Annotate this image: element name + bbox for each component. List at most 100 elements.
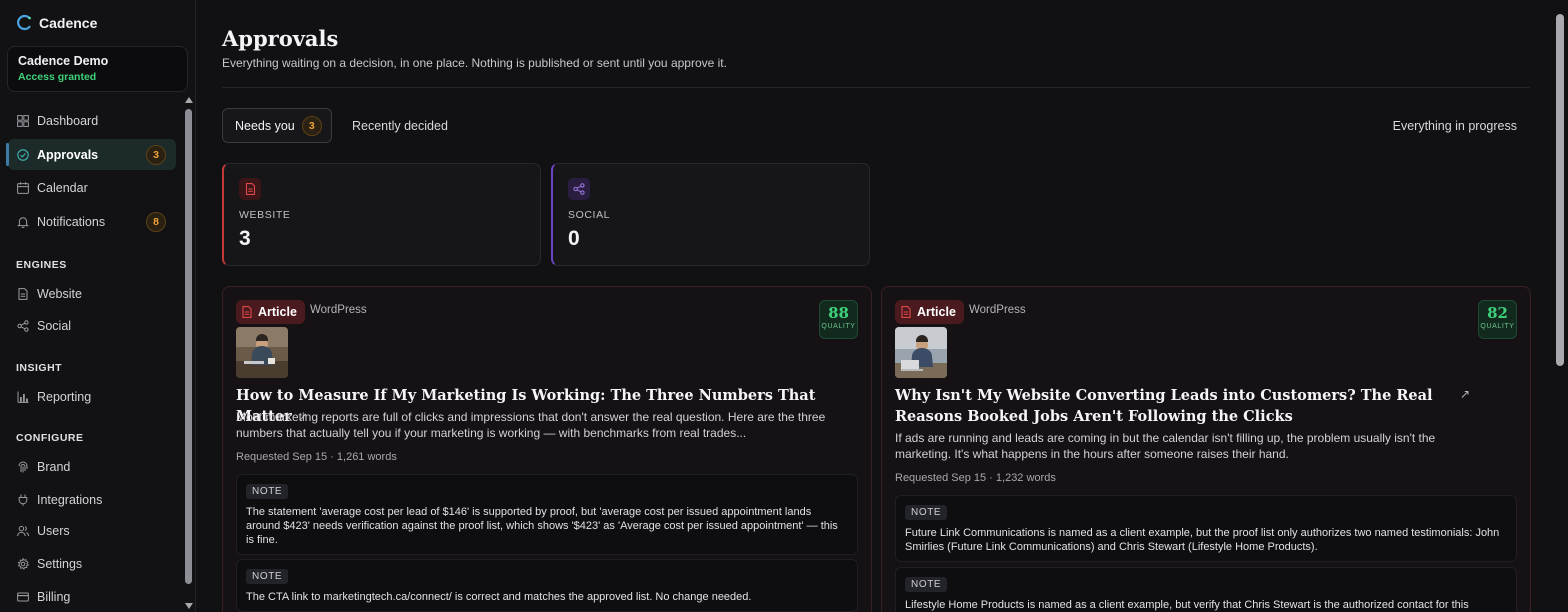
- gear-icon: [17, 557, 29, 570]
- stat-social-label: SOCIAL: [568, 209, 611, 221]
- nav-reporting[interactable]: Reporting: [8, 381, 176, 412]
- article-type-label: Article: [258, 305, 297, 319]
- nav-reporting-label: Reporting: [37, 389, 92, 404]
- section-insight: INSIGHT: [16, 362, 63, 374]
- header-divider: [222, 87, 1530, 88]
- cadence-logo-icon: [17, 14, 31, 31]
- quality-score: 88 QUALITY: [819, 300, 858, 339]
- page-subtitle: Everything waiting on a decision, in one…: [222, 56, 727, 70]
- note-label: NOTE: [246, 569, 289, 584]
- quality-score-value: 82: [1487, 304, 1508, 322]
- scroll-down-arrow-icon[interactable]: [185, 603, 193, 609]
- nav-dashboard-label: Dashboard: [37, 113, 99, 128]
- note-label: NOTE: [905, 577, 948, 592]
- share-icon: [568, 178, 590, 200]
- brand[interactable]: Cadence: [16, 14, 97, 31]
- tab-recently-decided[interactable]: Recently decided: [352, 119, 448, 133]
- note-label: NOTE: [246, 484, 289, 499]
- nav-notifications[interactable]: Notifications 8: [8, 206, 176, 237]
- article-thumbnail[interactable]: [236, 327, 288, 378]
- article-description: If ads are running and leads are coming …: [895, 431, 1436, 461]
- stat-social-value: 0: [568, 227, 580, 250]
- external-link-icon[interactable]: ↗: [1460, 387, 1470, 401]
- nav-settings-label: Settings: [37, 556, 83, 571]
- bell-icon: [17, 216, 29, 228]
- nav-brand[interactable]: Brand: [8, 451, 176, 482]
- article-description: Most marketing reports are full of click…: [236, 410, 826, 440]
- quality-score-label: QUALITY: [821, 323, 856, 330]
- note-text: Future Link Communications is named as a…: [905, 527, 1500, 553]
- quality-score-label: QUALITY: [1480, 323, 1515, 330]
- nav-approvals[interactable]: Approvals 3: [6, 139, 176, 170]
- bar-chart-icon: [17, 391, 29, 403]
- sidebar-scrollbar[interactable]: [184, 97, 194, 609]
- page-scroll-thumb[interactable]: [1556, 14, 1564, 366]
- note: NOTE Future Link Communications is named…: [895, 495, 1517, 562]
- main-content: Approvals Everything waiting on a decisi…: [196, 0, 1546, 612]
- account-switcher[interactable]: Cadence Demo Access granted: [7, 46, 188, 92]
- note-text: Lifestyle Home Products is named as a cl…: [905, 599, 1469, 611]
- tab-needs-you-label: Needs you: [235, 118, 295, 133]
- tab-needs-you[interactable]: Needs you 3: [222, 108, 332, 143]
- check-circle-icon: [17, 148, 29, 161]
- account-status: Access granted: [18, 71, 97, 83]
- article-type-badge: Article: [895, 300, 964, 324]
- stat-website-label: WEBSITE: [239, 209, 291, 221]
- page-scrollbar[interactable]: [1556, 14, 1564, 612]
- nav-integrations[interactable]: Integrations: [8, 484, 176, 515]
- approval-card[interactable]: Article WordPress 88 QUALITY How to Meas…: [222, 286, 872, 612]
- everything-in-progress-link[interactable]: Everything in progress: [1393, 119, 1517, 133]
- nav-social[interactable]: Social: [8, 310, 176, 341]
- nav-users[interactable]: Users: [8, 515, 176, 546]
- fingerprint-icon: [17, 461, 29, 473]
- dashboard-icon: [17, 114, 29, 127]
- article-title[interactable]: Why Isn't My Website Converting Leads in…: [895, 385, 1475, 427]
- share-icon: [17, 319, 29, 332]
- page-title: Approvals: [222, 26, 339, 51]
- scroll-up-arrow-icon[interactable]: [185, 97, 193, 103]
- stat-card-social[interactable]: SOCIAL 0: [551, 163, 870, 266]
- approval-card[interactable]: Article WordPress 82 QUALITY Why Isn't M…: [881, 286, 1531, 612]
- nav-calendar-label: Calendar: [37, 180, 88, 195]
- nav-settings[interactable]: Settings: [8, 548, 176, 579]
- section-engines: ENGINES: [16, 259, 67, 271]
- nav-brand-label: Brand: [37, 459, 71, 474]
- app-name: Cadence: [39, 14, 98, 31]
- document-icon: [239, 178, 261, 200]
- note: NOTE The statement 'average cost per lea…: [236, 474, 858, 555]
- article-platform: WordPress: [310, 304, 367, 316]
- nav-calendar[interactable]: Calendar: [8, 172, 176, 203]
- note-label: NOTE: [905, 505, 948, 520]
- nav-social-label: Social: [37, 318, 72, 333]
- nav-website-label: Website: [37, 286, 82, 301]
- article-meta: Requested Sep 15 · 1,232 words: [895, 472, 1056, 484]
- stat-card-website[interactable]: WEBSITE 3: [222, 163, 541, 266]
- nav-notifications-label: Notifications: [37, 214, 106, 229]
- article-title-text: Why Isn't My Website Converting Leads in…: [895, 387, 1433, 425]
- nav-website[interactable]: Website: [8, 278, 176, 309]
- plug-icon: [17, 494, 29, 506]
- document-icon: [17, 287, 29, 300]
- article-thumbnail[interactable]: [895, 327, 947, 378]
- document-icon: [901, 306, 911, 318]
- sidebar: Cadence Cadence Demo Access granted Dash…: [0, 0, 196, 612]
- account-name: Cadence Demo: [18, 54, 109, 68]
- notifications-count-badge: 8: [146, 211, 166, 232]
- sidebar-scroll-thumb[interactable]: [185, 109, 192, 584]
- article-platform: WordPress: [969, 304, 1026, 316]
- note-text: The statement 'average cost per lead of …: [246, 506, 838, 546]
- article-type-badge: Article: [236, 300, 305, 324]
- nav-integrations-label: Integrations: [37, 492, 103, 507]
- nav-users-label: Users: [37, 523, 70, 538]
- quality-score: 82 QUALITY: [1478, 300, 1517, 339]
- article-type-label: Article: [917, 305, 956, 319]
- quality-score-value: 88: [828, 304, 849, 322]
- nav-billing[interactable]: Billing: [8, 581, 176, 612]
- nav-dashboard[interactable]: Dashboard: [8, 105, 176, 136]
- section-configure: CONFIGURE: [16, 432, 84, 444]
- needs-you-count-badge: 3: [301, 115, 322, 136]
- note: NOTE The CTA link to marketingtech.ca/co…: [236, 559, 858, 612]
- users-icon: [17, 525, 29, 537]
- nav-approvals-label: Approvals: [37, 147, 99, 162]
- approvals-count-badge: 3: [146, 144, 166, 165]
